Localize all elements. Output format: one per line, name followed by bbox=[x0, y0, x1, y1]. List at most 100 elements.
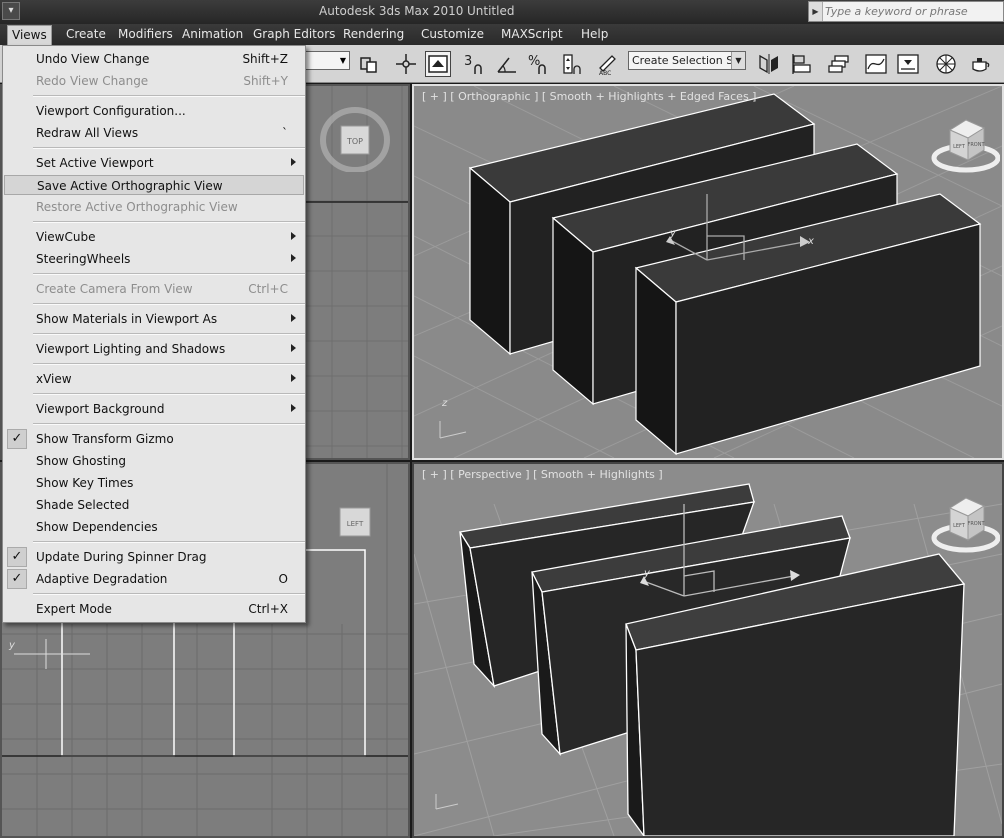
align-button[interactable] bbox=[789, 51, 815, 77]
menu-shade-selected[interactable]: Shade Selected bbox=[4, 495, 304, 515]
menu-expert-mode[interactable]: Expert Mode Ctrl+X bbox=[4, 599, 304, 619]
orthographic-viewport-label[interactable]: [ + ] [ Orthographic ] [ Smooth + Highli… bbox=[422, 90, 756, 103]
layer-manager-button[interactable] bbox=[826, 51, 852, 77]
menu-update-during-spinner-drag[interactable]: ✓ Update During Spinner Drag bbox=[4, 547, 304, 567]
menu-show-materials-in-viewport-as[interactable]: Show Materials in Viewport As bbox=[4, 309, 304, 329]
menu-separator bbox=[33, 393, 305, 395]
menu-separator bbox=[33, 303, 305, 305]
keyboard-override-icon bbox=[428, 55, 448, 73]
menu-separator bbox=[33, 333, 305, 335]
viewcube-orthographic[interactable]: LEFT FRONT bbox=[930, 116, 1000, 176]
menu-xview[interactable]: xView bbox=[4, 369, 304, 389]
keyboard-shortcut-override-button[interactable] bbox=[425, 51, 451, 77]
schematic-view-button[interactable] bbox=[895, 51, 921, 77]
chevron-down-icon: ▼ bbox=[731, 52, 745, 69]
material-editor-button[interactable] bbox=[933, 51, 959, 77]
pencil-abc-icon: ABC bbox=[599, 55, 616, 77]
app-menu-icon[interactable]: ▾ bbox=[2, 2, 20, 20]
menu-set-active-viewport[interactable]: Set Active Viewport bbox=[4, 153, 304, 173]
menu-rendering[interactable]: Rendering bbox=[343, 27, 404, 41]
mirror-button[interactable] bbox=[756, 51, 782, 77]
menu-viewport-configuration[interactable]: Viewport Configuration... bbox=[4, 101, 304, 121]
menu-animation[interactable]: Animation bbox=[182, 27, 243, 41]
viewcube-face-front: FRONT bbox=[967, 521, 985, 527]
percent-snap-button[interactable]: % bbox=[526, 51, 552, 77]
viewport-perspective[interactable]: [ + ] [ Perspective ] [ Smooth + Highlig… bbox=[412, 462, 1004, 838]
gizmo-y-label: y bbox=[670, 228, 676, 239]
checkmark-icon: ✓ bbox=[7, 569, 27, 589]
menu-help[interactable]: Help bbox=[581, 27, 608, 41]
viewcube-left[interactable]: LEFT bbox=[334, 502, 378, 546]
menu-viewport-background[interactable]: Viewport Background bbox=[4, 399, 304, 419]
layers-icon bbox=[828, 55, 849, 73]
perspective-scene bbox=[414, 483, 1002, 836]
svg-text:ABC: ABC bbox=[599, 70, 611, 76]
viewcube-top-face: TOP bbox=[346, 137, 363, 146]
snaps-toggle-button[interactable]: 3 bbox=[462, 51, 488, 77]
angle-snap-button[interactable] bbox=[494, 51, 520, 77]
menu-viewcube[interactable]: ViewCube bbox=[4, 227, 304, 247]
submenu-arrow-icon bbox=[291, 254, 296, 262]
search-input[interactable] bbox=[825, 3, 1001, 20]
chevron-down-icon: ▼ bbox=[339, 56, 347, 65]
menu-create[interactable]: Create bbox=[66, 27, 106, 41]
named-selection-set-dropdown[interactable]: Create Selection Se ▼ bbox=[628, 51, 746, 70]
reference-coordinate-dropdown[interactable]: ▼ bbox=[304, 51, 350, 70]
viewcube-left-face: LEFT bbox=[347, 520, 364, 528]
menu-separator bbox=[33, 273, 305, 275]
menu-show-dependencies[interactable]: Show Dependencies bbox=[4, 517, 304, 537]
menu-maxscript[interactable]: MAXScript bbox=[501, 27, 563, 41]
perspective-viewport-label[interactable]: [ + ] [ Perspective ] [ Smooth + Highlig… bbox=[422, 468, 663, 481]
menu-create-camera-from-view[interactable]: Create Camera From View Ctrl+C bbox=[4, 279, 304, 299]
axis-z-label: z bbox=[442, 398, 448, 409]
pivot-center-button[interactable] bbox=[356, 51, 382, 77]
submenu-arrow-icon bbox=[291, 344, 296, 352]
infocenter-search: ▶ bbox=[808, 1, 1004, 22]
submenu-arrow-icon bbox=[291, 404, 296, 412]
menu-views[interactable]: Views bbox=[7, 25, 52, 45]
snap-3d-icon: 3 bbox=[464, 54, 482, 74]
menu-steeringwheels[interactable]: SteeringWheels bbox=[4, 249, 304, 269]
spinner-snap-button[interactable] bbox=[559, 51, 585, 77]
select-manipulate-button[interactable] bbox=[393, 51, 419, 77]
checkmark-icon: ✓ bbox=[7, 429, 27, 449]
curve-editor-button[interactable] bbox=[863, 51, 889, 77]
checkmark-icon: ✓ bbox=[7, 547, 27, 567]
menu-separator bbox=[33, 363, 305, 365]
mirror-icon bbox=[759, 54, 778, 74]
submenu-arrow-icon bbox=[291, 314, 296, 322]
render-setup-button[interactable] bbox=[967, 51, 993, 77]
submenu-arrow-icon bbox=[291, 158, 296, 166]
edit-named-selection-button[interactable]: ABC bbox=[595, 51, 621, 77]
search-expand-icon[interactable]: ▶ bbox=[809, 2, 823, 21]
menu-customize[interactable]: Customize bbox=[421, 27, 484, 41]
viewcube-perspective[interactable]: LEFT FRONT bbox=[930, 492, 1000, 556]
viewport-orthographic[interactable]: [ + ] [ Orthographic ] [ Smooth + Highli… bbox=[412, 84, 1004, 460]
menu-bar: Views Create Modifiers Animation Graph E… bbox=[0, 24, 1004, 45]
menu-show-key-times[interactable]: Show Key Times bbox=[4, 473, 304, 493]
spinner-snap-icon bbox=[563, 54, 581, 74]
menu-show-ghosting[interactable]: Show Ghosting bbox=[4, 451, 304, 471]
menu-viewport-lighting-and-shadows[interactable]: Viewport Lighting and Shadows bbox=[4, 339, 304, 359]
menu-modifiers[interactable]: Modifiers bbox=[118, 27, 173, 41]
menu-undo-view-change[interactable]: Undo View Change Shift+Z bbox=[4, 49, 304, 69]
menu-separator bbox=[33, 423, 305, 425]
teapot-icon bbox=[972, 58, 990, 72]
menu-graph-editors[interactable]: Graph Editors bbox=[253, 27, 335, 41]
viewcube-face-left: LEFT bbox=[953, 144, 966, 150]
menu-show-transform-gizmo[interactable]: ✓ Show Transform Gizmo bbox=[4, 429, 304, 449]
menu-save-active-orthographic-view[interactable]: Save Active Orthographic View bbox=[4, 175, 304, 195]
menu-redraw-all-views[interactable]: Redraw All Views ` bbox=[4, 123, 304, 143]
submenu-arrow-icon bbox=[291, 374, 296, 382]
menu-adaptive-degradation[interactable]: ✓ Adaptive Degradation O bbox=[4, 569, 304, 589]
menu-redo-view-change[interactable]: Redo View Change Shift+Y bbox=[4, 71, 304, 91]
menu-separator bbox=[33, 221, 305, 223]
curve-editor-icon bbox=[865, 54, 887, 74]
schematic-icon bbox=[897, 54, 919, 74]
gizmo-y-label: y bbox=[644, 568, 650, 579]
viewcube-top[interactable]: TOP bbox=[320, 102, 390, 172]
document-title: Untitled bbox=[467, 4, 515, 18]
viewcube-face-left: LEFT bbox=[953, 523, 966, 529]
menu-separator bbox=[33, 95, 305, 97]
menu-restore-active-orthographic-view[interactable]: Restore Active Orthographic View bbox=[4, 197, 304, 217]
